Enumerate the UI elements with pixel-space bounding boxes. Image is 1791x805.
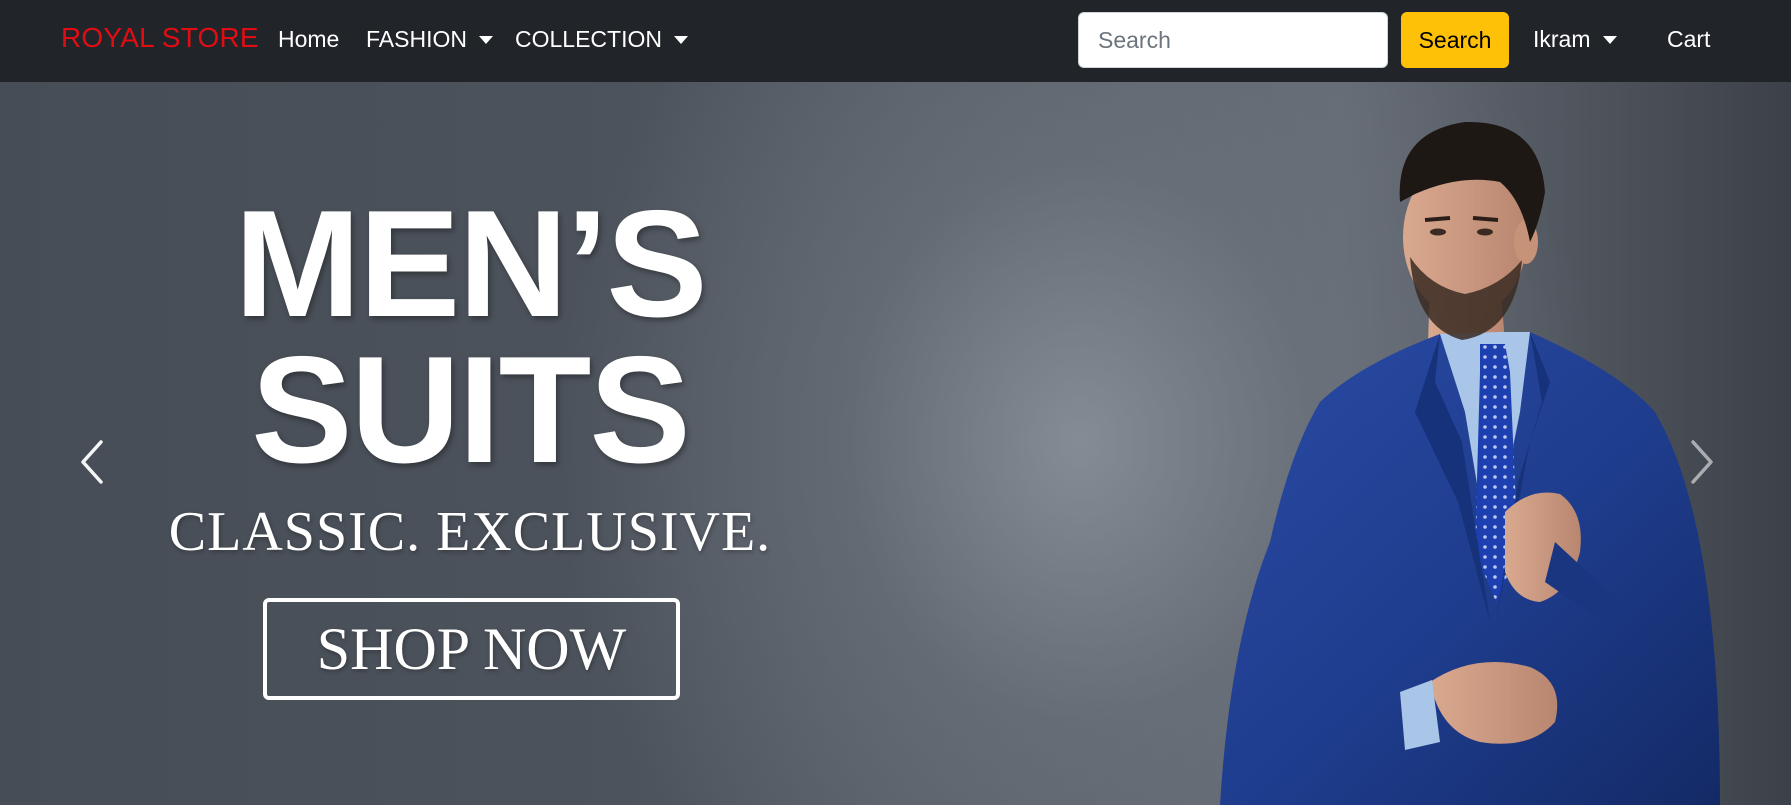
hero-tagline: CLASSIC. EXCLUSIVE. bbox=[168, 501, 772, 563]
nav-home[interactable]: Home bbox=[278, 26, 339, 53]
hero-headline-line1: MEN’S bbox=[234, 179, 707, 349]
chevron-right-icon bbox=[1691, 440, 1713, 484]
nav-fashion-dropdown[interactable]: FASHION bbox=[366, 26, 493, 53]
nav-home-label: Home bbox=[278, 26, 340, 52]
brand-logo[interactable]: ROYAL STORE bbox=[61, 22, 259, 54]
carousel-next-button[interactable] bbox=[1672, 422, 1732, 502]
cart-link[interactable]: Cart bbox=[1667, 26, 1710, 53]
nav-fashion-label: FASHION bbox=[366, 26, 467, 52]
navbar: ROYAL STORE Home FASHION COLLECTION Sear… bbox=[0, 0, 1791, 82]
nav-collection-label: COLLECTION bbox=[515, 26, 662, 52]
caret-down-icon bbox=[478, 35, 493, 44]
caret-down-icon bbox=[673, 35, 688, 44]
user-menu-label: Ikram bbox=[1533, 26, 1591, 52]
shop-now-label: SHOP NOW bbox=[316, 615, 627, 682]
hero-headline-line2: SUITS bbox=[251, 325, 691, 495]
chevron-left-icon bbox=[81, 440, 103, 484]
carousel-prev-button[interactable] bbox=[62, 422, 122, 502]
shop-now-button[interactable]: SHOP NOW bbox=[263, 598, 680, 700]
cart-label: Cart bbox=[1667, 26, 1711, 52]
search-input[interactable] bbox=[1078, 12, 1388, 68]
hero-carousel: MEN’S SUITS CLASSIC. EXCLUSIVE. SHOP NOW bbox=[0, 82, 1791, 805]
search-button[interactable]: Search bbox=[1401, 12, 1509, 68]
caret-down-icon bbox=[1602, 35, 1617, 44]
nav-collection-dropdown[interactable]: COLLECTION bbox=[515, 26, 688, 53]
user-menu-dropdown[interactable]: Ikram bbox=[1533, 26, 1617, 53]
